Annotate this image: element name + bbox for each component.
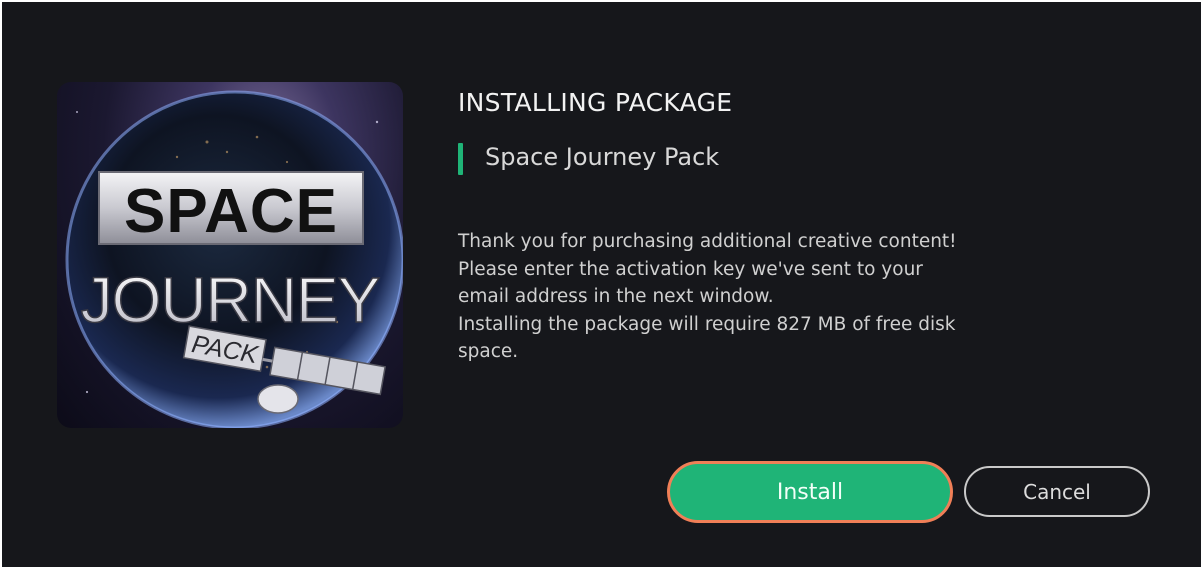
description-line: Installing the package will require 827 … [458,313,956,335]
install-button[interactable]: Install [667,461,953,523]
description-line: email address in the next window. [458,286,774,307]
cover-title-space: SPACE [124,177,338,246]
package-cover-image: SPACE JOURNEY PACK [57,82,403,428]
dialog-description: Thank you for purchasing additional crea… [458,228,1098,366]
package-name-accent-bar [458,143,463,175]
description-line: Please enter the activation key we've se… [458,258,923,280]
cover-title-journey: JOURNEY [81,264,380,336]
description-line: Thank you for purchasing additional crea… [458,231,957,252]
dialog-title: INSTALLING PACKAGE [458,88,733,117]
description-line: space. [458,341,519,362]
cancel-button[interactable]: Cancel [964,466,1150,517]
install-package-dialog: SPACE JOURNEY PACK INSTALLING PACKAGE Sp… [2,2,1201,567]
package-name: Space Journey Pack [485,143,720,171]
